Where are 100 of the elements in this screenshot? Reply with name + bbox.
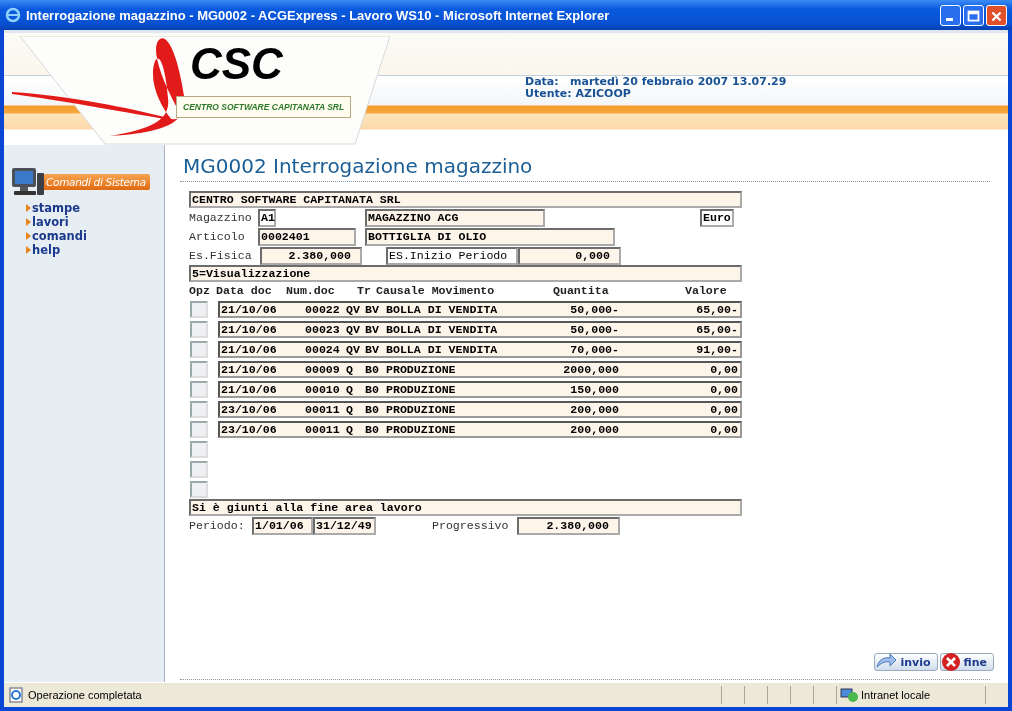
warehouse-code-field[interactable]: A1 xyxy=(258,208,276,227)
column-header: Num.doc xyxy=(286,284,336,297)
date-label: Data: xyxy=(525,76,560,88)
action-button[interactable]: fine xyxy=(939,653,994,671)
close-icon xyxy=(940,652,961,672)
table-cell-text: QV xyxy=(346,302,361,316)
table-cell-text: BV xyxy=(365,322,380,336)
minimize-button[interactable] xyxy=(940,4,961,26)
column-header: Tr xyxy=(357,284,372,297)
column-header: Quantita xyxy=(553,284,610,297)
table-cell-text: 00009 xyxy=(305,362,341,376)
table-cell-text: QV xyxy=(346,322,361,336)
table-cell-text: 50,000- xyxy=(569,302,619,316)
column-header: Opz xyxy=(189,284,211,297)
option-hint: 5=Visualizzazione xyxy=(189,265,742,282)
item-name-field: BOTTIGLIA DI OLIO xyxy=(365,227,615,246)
column-header: Causale Movimento xyxy=(376,284,496,297)
stock-field: 2.380,000 xyxy=(260,246,362,265)
table-cell-text: 00011 xyxy=(305,402,341,416)
field-label: Articolo xyxy=(189,230,246,243)
option-field[interactable] xyxy=(190,400,208,418)
option-field[interactable] xyxy=(190,440,208,458)
table-cell-text: Q xyxy=(346,402,354,416)
currency-field: Euro xyxy=(700,208,734,227)
option-field[interactable] xyxy=(190,300,208,318)
field-label: Progressivo xyxy=(432,519,510,532)
warehouse-name-field: MAGAZZINO ACG xyxy=(365,208,545,227)
sidebar-title: Comandi di Sistema xyxy=(42,174,150,190)
window-title: Interrogazione magazzino - MG0002 - ACGExpress - Lavoro WS10 - Microsoft Internet Explorer xyxy=(26,7,610,23)
table-cell-text: BOLLA DI VENDITA xyxy=(386,302,499,316)
table-cell-text: 65,00- xyxy=(695,302,738,316)
action-button[interactable]: invio xyxy=(874,653,938,671)
logo-text: CSC xyxy=(190,39,283,89)
table-cell-text: BOLLA DI VENDITA xyxy=(386,322,499,336)
table-cell-text: BV xyxy=(365,302,380,316)
table-cell-text: 0,00 xyxy=(709,362,738,376)
table-cell-text: 00023 xyxy=(305,322,341,336)
table-cell-text: 200,000 xyxy=(569,422,619,436)
page-icon xyxy=(8,687,24,703)
option-field[interactable] xyxy=(190,380,208,398)
option-field[interactable] xyxy=(190,460,208,478)
close-button[interactable] xyxy=(986,4,1007,26)
zone-text: Intranet locale xyxy=(861,689,931,701)
network-icon xyxy=(840,687,858,703)
table-cell-text: 23/10/06 xyxy=(221,422,278,436)
table-cell-text: PRODUZIONE xyxy=(386,402,457,416)
table-cell-text: 65,00- xyxy=(695,322,738,336)
table-cell-text: B0 xyxy=(365,422,380,436)
minimize-icon xyxy=(946,17,953,21)
table-cell-text: 2000,000 xyxy=(562,362,619,376)
table-cell-text: 0,00 xyxy=(709,402,738,416)
table-cell-text: Q xyxy=(346,382,354,396)
field-label: ES.Inizio Periodo xyxy=(386,246,518,265)
field-label: Periodo: xyxy=(189,519,246,532)
table-cell-text: QV xyxy=(346,342,361,356)
company-field: CENTRO SOFTWARE CAPITANATA SRL xyxy=(189,191,742,208)
sidebar-link[interactable]: help xyxy=(26,243,164,257)
sidebar-link[interactable]: lavori xyxy=(26,215,164,229)
field-label: Es.Fisica xyxy=(189,249,253,262)
period-from-field: 1/01/06 xyxy=(252,516,313,535)
message-bar: Si è giunti alla fine area lavoro xyxy=(189,499,742,516)
column-header: Valore xyxy=(685,284,728,297)
table-cell-text: PRODUZIONE xyxy=(386,422,457,436)
table-cell-text: 00010 xyxy=(305,382,341,396)
period-to-field: 31/12/49 xyxy=(313,516,376,535)
table-cell-text: 00022 xyxy=(305,302,341,316)
progressive-field: 2.380,000 xyxy=(517,516,620,535)
page-title: MG0002 Interrogazione magazzino xyxy=(183,153,534,179)
table-cell-text: 00011 xyxy=(305,422,341,436)
option-field[interactable] xyxy=(190,480,208,498)
column-header: Data doc xyxy=(216,284,273,297)
option-field[interactable] xyxy=(190,340,208,358)
table-cell-text: BV xyxy=(365,342,380,356)
field-label: Magazzino xyxy=(189,211,253,224)
table-cell-text: B0 xyxy=(365,402,380,416)
table-cell-text: Q xyxy=(346,422,354,436)
user-text: Utente: AZICOOP xyxy=(525,88,632,100)
table-cell-text: BOLLA DI VENDITA xyxy=(386,342,499,356)
table-cell-text: 0,00 xyxy=(709,422,738,436)
table-cell-text: 70,000- xyxy=(569,342,619,356)
table-cell-text: 00024 xyxy=(305,342,341,356)
table-cell-text: 150,000 xyxy=(569,382,619,396)
table-cell-text: 21/10/06 xyxy=(221,342,278,356)
status-text: Operazione completata xyxy=(28,689,142,701)
option-field[interactable] xyxy=(190,360,208,378)
sidebar-link[interactable]: comandi xyxy=(26,229,164,243)
table-cell-text: B0 xyxy=(365,382,380,396)
option-field[interactable] xyxy=(190,420,208,438)
table-cell-text: 21/10/06 xyxy=(221,302,278,316)
table-cell-text: 23/10/06 xyxy=(221,402,278,416)
option-field[interactable] xyxy=(190,320,208,338)
table-cell-text: 200,000 xyxy=(569,402,619,416)
sidebar-link[interactable]: stampe xyxy=(26,201,164,215)
table-cell-text: PRODUZIONE xyxy=(386,362,457,376)
item-code-field[interactable]: 0002401 xyxy=(258,227,356,246)
maximize-button[interactable] xyxy=(963,4,984,26)
logo-subtitle: CENTRO SOFTWARE CAPITANATA SRL xyxy=(176,96,352,118)
table-cell-text: 50,000- xyxy=(569,322,619,336)
computer-icon xyxy=(10,167,46,197)
table-cell-text: PRODUZIONE xyxy=(386,382,457,396)
